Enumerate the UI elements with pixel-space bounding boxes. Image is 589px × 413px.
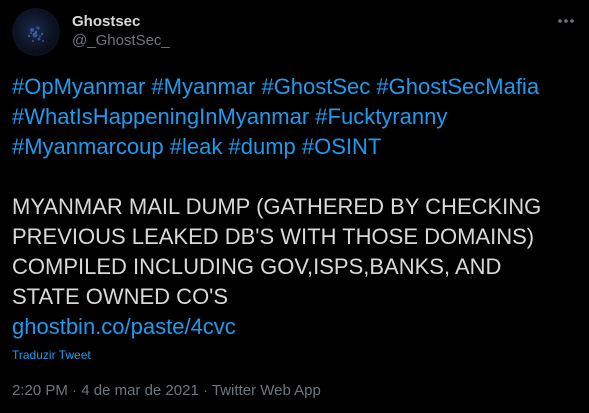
- hashtag-link[interactable]: #GhostSecMafia: [376, 74, 539, 99]
- hashtag-link[interactable]: #GhostSec: [261, 74, 370, 99]
- author-handle[interactable]: @_GhostSec_: [72, 31, 170, 50]
- tweet-date[interactable]: 4 de mar de 2021: [81, 382, 199, 399]
- tweet-header: Ghostsec @_GhostSec_: [12, 8, 577, 58]
- author-names: Ghostsec @_GhostSec_: [72, 12, 170, 50]
- more-dots-icon[interactable]: [555, 12, 577, 30]
- hashtag-line: #WhatIsHappeningInMyanmar #Fucktyranny: [12, 102, 577, 132]
- hashtag-link[interactable]: #Myanmarcoup: [12, 134, 164, 159]
- hashtag-link[interactable]: #leak: [170, 134, 223, 159]
- hashtag-link[interactable]: #dump: [228, 134, 295, 159]
- paste-link[interactable]: ghostbin.co/paste/4cvc: [12, 312, 577, 342]
- content-line: COMPILED INCLUDING GOV,ISPS,BANKS, AND: [12, 254, 502, 279]
- hashtag-link[interactable]: #Myanmar: [151, 74, 255, 99]
- hashtag-list: #OpMyanmar #Myanmar #GhostSec #GhostSecM…: [12, 72, 577, 162]
- tweet-source[interactable]: Twitter Web App: [212, 382, 321, 399]
- hashtag-link[interactable]: #OSINT: [302, 134, 381, 159]
- meta-separator: ·: [72, 382, 78, 399]
- tweet-text: #OpMyanmar #Myanmar #GhostSec #GhostSecM…: [12, 72, 577, 342]
- paragraph-break: [12, 162, 577, 192]
- tweet-time[interactable]: 2:20 PM: [12, 382, 68, 399]
- hashtag-link[interactable]: #Fucktyranny: [315, 104, 447, 129]
- meta-separator: ·: [202, 382, 208, 399]
- author-display-name[interactable]: Ghostsec: [72, 12, 170, 31]
- tweet: Ghostsec @_GhostSec_ #OpMyanmar #Myanmar…: [0, 0, 589, 413]
- hashtag-link[interactable]: #WhatIsHappeningInMyanmar: [12, 104, 309, 129]
- avatar[interactable]: [12, 8, 60, 56]
- hashtag-line: #Myanmarcoup #leak #dump #OSINT: [12, 132, 577, 162]
- content-line: MYANMAR MAIL DUMP (GATHERED BY CHECKING: [12, 194, 542, 219]
- hashtag-line: #OpMyanmar #Myanmar #GhostSec #GhostSecM…: [12, 72, 577, 102]
- content-line: PREVIOUS LEAKED DB'S WITH THOSE DOMAINS): [12, 224, 535, 249]
- hashtag-link[interactable]: #OpMyanmar: [12, 74, 145, 99]
- content-line: STATE OWNED CO'S: [12, 284, 229, 309]
- translate-tweet-button[interactable]: Traduzir Tweet: [12, 348, 91, 363]
- tweet-meta: 2:20 PM · 4 de mar de 2021 · Twitter Web…: [12, 381, 321, 400]
